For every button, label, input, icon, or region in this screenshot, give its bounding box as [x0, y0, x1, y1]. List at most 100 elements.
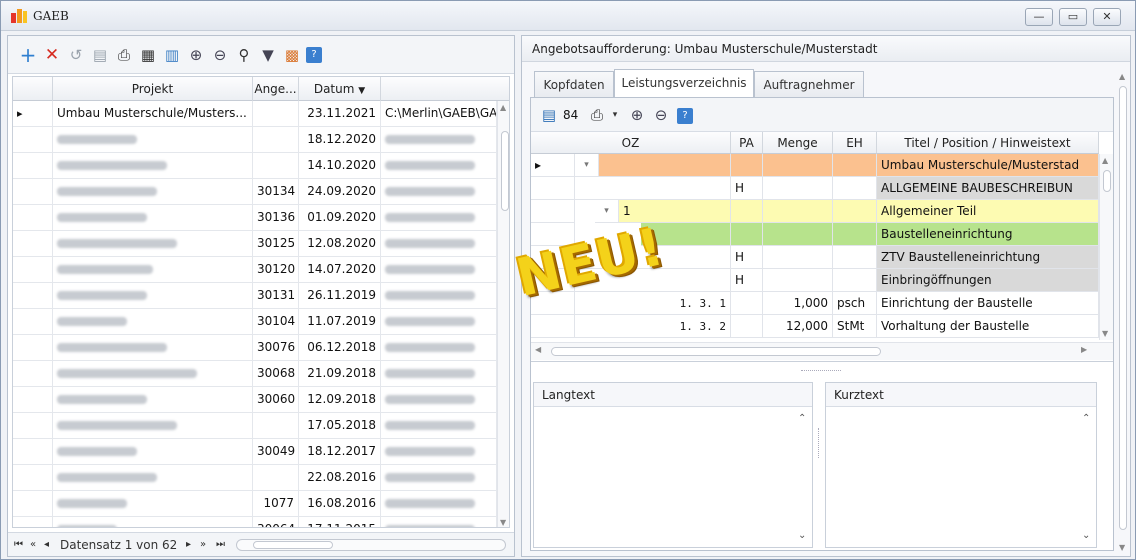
zoom-in-icon[interactable]: ⊕	[186, 45, 206, 65]
minimize-button[interactable]: —	[1025, 8, 1053, 26]
langtext-down-icon[interactable]: ⌄	[798, 530, 806, 541]
next-page-icon[interactable]: »	[200, 533, 206, 557]
column-header-projekt[interactable]: Projekt	[53, 77, 253, 101]
next-record-icon[interactable]: ▸	[186, 533, 191, 557]
redacted-text	[57, 135, 137, 144]
row-indicator	[13, 205, 53, 230]
table-row[interactable]: 1077 16.08.2016	[13, 491, 509, 517]
lv-vscroll[interactable]: ▲ ▼	[1099, 154, 1113, 340]
lv-row[interactable]: 1 ▾ Allgemeiner Teil	[531, 200, 1113, 223]
detail-scroll-up-icon[interactable]: ▲	[1119, 72, 1125, 81]
kurztext-area[interactable]	[826, 409, 1074, 545]
detail-scroll-down-icon[interactable]: ▼	[1119, 543, 1125, 552]
export-icon[interactable]: ▥	[162, 45, 182, 65]
lv-zoom-in-icon[interactable]: ⊕	[627, 105, 647, 125]
lv-zoom-out-icon[interactable]: ⊖	[651, 105, 671, 125]
lv-header-eh[interactable]: EH	[833, 132, 877, 154]
detail-scroll-thumb[interactable]	[1119, 86, 1127, 530]
langtext-up-icon[interactable]: ⌃	[798, 413, 806, 424]
tab-kopfdaten[interactable]: Kopfdaten	[534, 71, 614, 98]
table-row[interactable]: 30049 18.12.2017	[13, 439, 509, 465]
lv-print-dropdown-icon[interactable]: ▾	[605, 105, 625, 125]
lv-header-titel[interactable]: Titel / Position / Hinweistext	[877, 132, 1099, 154]
scroll-up-icon[interactable]: ▲	[500, 103, 506, 112]
column-header-datum[interactable]: Datum ▼	[299, 77, 381, 101]
cell-ange	[253, 153, 299, 178]
table-row[interactable]: 17.05.2018	[13, 413, 509, 439]
grid-settings-icon[interactable]: ▩	[282, 45, 302, 65]
cell-projekt: Umbau Musterschule/Musters...	[53, 101, 253, 126]
lv-header-pa[interactable]: PA	[731, 132, 763, 154]
delete-icon[interactable]: ✕	[42, 45, 62, 65]
table-row[interactable]: ▸ Umbau Musterschule/Musters... 23.11.2021…	[13, 101, 509, 127]
splitter-handle[interactable]	[801, 370, 841, 374]
find-icon[interactable]: ⚲	[234, 45, 254, 65]
lv-help-icon[interactable]: ?	[677, 108, 693, 124]
project-grid-vscroll[interactable]: ▲ ▼	[497, 101, 509, 527]
cell-projekt	[53, 439, 253, 464]
add-icon[interactable]: +	[18, 45, 38, 65]
lv-row[interactable]: 1. 3. 1 1,000 psch Einrichtung der Baustell…	[531, 292, 1113, 315]
help-icon[interactable]: ?	[306, 47, 322, 63]
lv-scroll-right-icon[interactable]: ▶	[1081, 345, 1087, 354]
lv-scroll-left-icon[interactable]: ◀	[535, 345, 541, 354]
table-row[interactable]: 30120 14.07.2020	[13, 257, 509, 283]
undo-icon[interactable]: ↺	[66, 45, 86, 65]
hscroll-thumb[interactable]	[253, 541, 333, 549]
lv-print-icon[interactable]: ⎙	[587, 105, 607, 125]
redacted-text	[57, 291, 147, 300]
lv-scroll-thumb[interactable]	[1103, 170, 1111, 192]
collapse-icon[interactable]: ▾	[595, 200, 619, 223]
lv-scroll-down-icon[interactable]: ▼	[1102, 329, 1108, 338]
zoom-out-icon[interactable]: ⊖	[210, 45, 230, 65]
table-row[interactable]: 22.08.2016	[13, 465, 509, 491]
lv-row[interactable]: 1. 3. 2 12,000 StMt Vorhaltung der Baustell…	[531, 315, 1113, 338]
table-row[interactable]: 30134 24.09.2020	[13, 179, 509, 205]
table-row[interactable]: 30125 12.08.2020	[13, 231, 509, 257]
langtext-scroll[interactable]: ⌃ ⌄	[796, 409, 810, 545]
table-row[interactable]: 14.10.2020	[13, 153, 509, 179]
tab-leistungsverzeichnis[interactable]: Leistungsverzeichnis	[614, 69, 754, 98]
last-record-icon[interactable]: ⏭	[216, 533, 225, 557]
vertical-splitter-handle[interactable]	[818, 428, 820, 458]
table-row[interactable]: 30060 12.09.2018	[13, 387, 509, 413]
lv-structure-icon[interactable]: ▤	[539, 105, 559, 125]
first-record-icon[interactable]: ⏮	[14, 533, 23, 557]
table-row[interactable]: 30068 21.09.2018	[13, 361, 509, 387]
cell-projekt	[53, 231, 253, 256]
lv-cell-eh	[833, 223, 877, 246]
collapse-icon[interactable]: ▾	[575, 154, 599, 177]
lv-hscroll-thumb[interactable]	[551, 347, 881, 356]
table-row[interactable]: 30136 01.09.2020	[13, 205, 509, 231]
column-header-ange[interactable]: Ange...	[253, 77, 299, 101]
table-row[interactable]: 30131 26.11.2019	[13, 283, 509, 309]
close-window-button[interactable]: ✕	[1093, 8, 1121, 26]
kurztext-scroll[interactable]: ⌃ ⌄	[1080, 409, 1094, 545]
kurztext-down-icon[interactable]: ⌄	[1082, 530, 1090, 541]
scroll-thumb[interactable]	[501, 131, 509, 211]
table-row[interactable]: 30104 11.07.2019	[13, 309, 509, 335]
table-row[interactable]: 30076 06.12.2018	[13, 335, 509, 361]
table-row[interactable]: 3006417.11.2015	[13, 517, 509, 527]
detail-vscroll[interactable]: ▲ ▼	[1116, 70, 1130, 554]
scroll-down-icon[interactable]: ▼	[500, 518, 506, 527]
preview-icon[interactable]: ▦	[138, 45, 158, 65]
lv-scroll-up-icon[interactable]: ▲	[1102, 156, 1108, 165]
prev-page-icon[interactable]: «	[30, 533, 36, 557]
filter-icon[interactable]: ▼	[258, 45, 278, 65]
print-icon[interactable]: ⎙	[114, 45, 134, 65]
lv-row[interactable]: H ALLGEMEINE BAUBESCHREIBUN	[531, 177, 1113, 200]
lv-header-oz[interactable]: OZ	[531, 132, 731, 154]
table-row[interactable]: 18.12.2020	[13, 127, 509, 153]
lv-header-menge[interactable]: Menge	[763, 132, 833, 154]
lv-row[interactable]: ▸ ▾ Umbau Musterschule/Musterstad	[531, 154, 1113, 177]
save-icon[interactable]: ▤	[90, 45, 110, 65]
lv-hscroll[interactable]: ◀ ▶	[531, 342, 1113, 360]
prev-record-icon[interactable]: ◂	[44, 533, 49, 557]
langtext-area[interactable]	[534, 409, 790, 545]
maximize-button[interactable]: ▭	[1059, 8, 1087, 26]
kurztext-up-icon[interactable]: ⌃	[1082, 413, 1090, 424]
tab-auftragnehmer[interactable]: Auftragnehmer	[754, 71, 864, 98]
project-grid-hscroll[interactable]	[236, 539, 506, 551]
column-header-pfad[interactable]	[381, 77, 493, 101]
